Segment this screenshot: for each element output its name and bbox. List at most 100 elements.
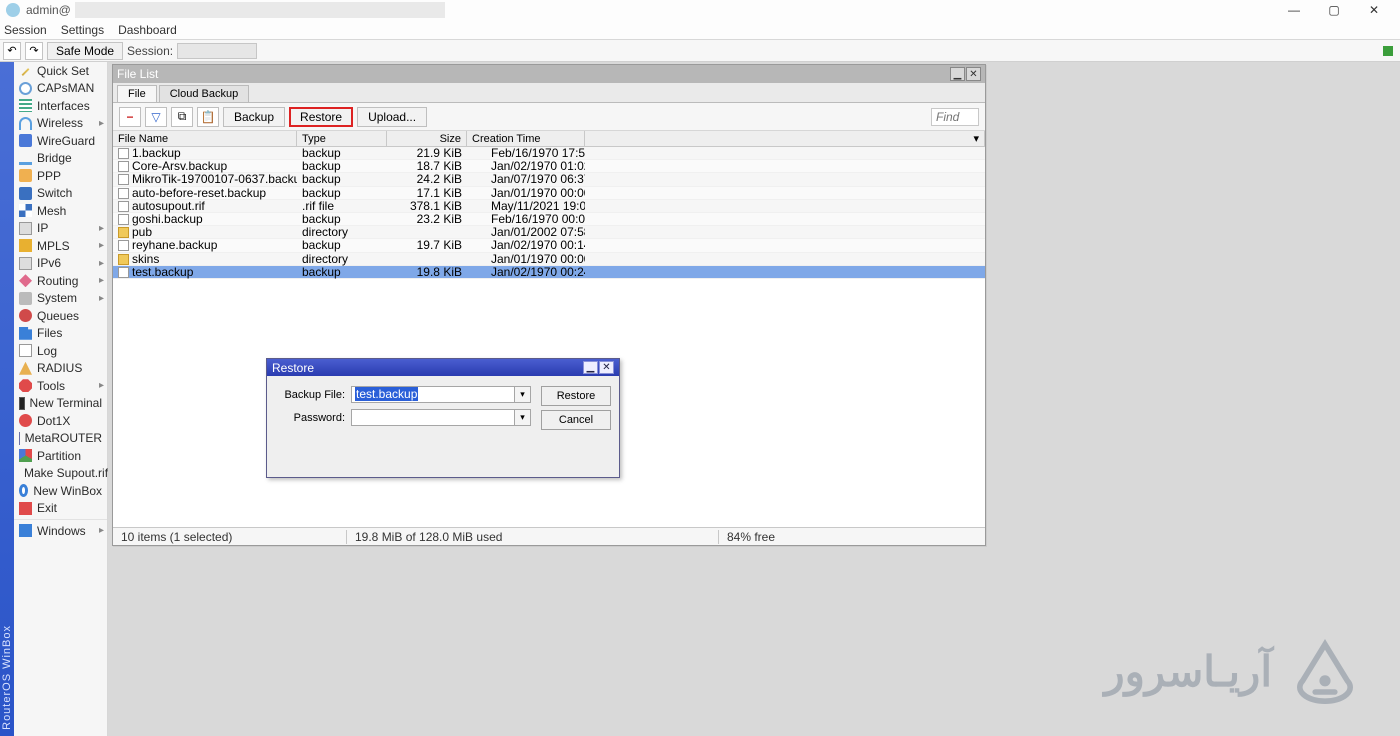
window-titlebar: admin@ — ▢ ✕	[0, 0, 1400, 20]
ppp-icon	[19, 169, 32, 182]
dialog-close-button[interactable]: ✕	[599, 361, 614, 374]
undo-button[interactable]: ↶	[3, 42, 21, 60]
sidebar-item-interfaces[interactable]: Interfaces	[14, 97, 107, 115]
sidebar-item-mpls[interactable]: MPLS▸	[14, 237, 107, 255]
sidebar-item-partition[interactable]: Partition	[14, 447, 107, 465]
funnel-icon: ▽	[151, 110, 160, 124]
dialog-minimize-button[interactable]: ▁	[583, 361, 598, 374]
sidebar-item-label: IP	[37, 221, 48, 235]
sidebar-item-ipv6[interactable]: IPv6▸	[14, 255, 107, 273]
backup-file-dropdown[interactable]: ▾	[515, 386, 531, 403]
table-row[interactable]: test.backupbackup19.8 KiBJan/02/1970 00:…	[113, 266, 985, 279]
sidebar-item-label: Tools	[37, 379, 65, 393]
copy-button[interactable]: ⧉	[171, 107, 193, 127]
col-file-name[interactable]: File Name	[113, 131, 297, 146]
paste-icon: 📋	[201, 110, 216, 124]
sidebar-item-wireguard[interactable]: WireGuard	[14, 132, 107, 150]
mdi-minimize-button[interactable]: ▁	[950, 67, 965, 81]
upload-button[interactable]: Upload...	[357, 107, 427, 127]
toolstrip: ↶ ↷ Safe Mode Session:	[0, 40, 1400, 62]
sidebar-item-new-terminal[interactable]: New Terminal	[14, 395, 107, 413]
ipv6-icon	[19, 257, 32, 270]
file-icon	[118, 174, 129, 185]
menu-settings[interactable]: Settings	[61, 23, 104, 37]
restore-dialog-title: Restore	[272, 361, 314, 375]
table-row[interactable]: reyhane.backupbackup19.7 KiBJan/02/1970 …	[113, 239, 985, 252]
maximize-button[interactable]: ▢	[1314, 0, 1354, 20]
radius-icon	[19, 362, 32, 375]
session-field[interactable]	[177, 43, 257, 59]
sidebar-item-label: Routing	[37, 274, 78, 288]
menu-dashboard[interactable]: Dashboard	[118, 23, 177, 37]
sidebar-item-system[interactable]: System▸	[14, 290, 107, 308]
sidebar-item-mesh[interactable]: Mesh	[14, 202, 107, 220]
tab-cloud-backup[interactable]: Cloud Backup	[159, 85, 250, 102]
redo-button[interactable]: ↷	[25, 42, 43, 60]
backup-button[interactable]: Backup	[223, 107, 285, 127]
table-row[interactable]: MikroTik-19700107-0637.backupbackup24.2 …	[113, 173, 985, 186]
menu-session[interactable]: Session	[4, 23, 47, 37]
sidebar-item-metarouter[interactable]: MetaROUTER	[14, 430, 107, 448]
table-row[interactable]: pubdirectoryJan/01/2002 07:58:56	[113, 226, 985, 239]
cancel-button[interactable]: Cancel	[541, 410, 611, 430]
sidebar-item-make-supout-rif[interactable]: Make Supout.rif	[14, 465, 107, 483]
restore-confirm-button[interactable]: Restore	[541, 386, 611, 406]
sidebar-item-ppp[interactable]: PPP	[14, 167, 107, 185]
sidebar-item-label: Files	[37, 326, 62, 340]
sidebar-item-quick-set[interactable]: Quick Set	[14, 62, 107, 80]
chevron-right-icon: ▸	[99, 380, 104, 391]
wg-icon	[19, 134, 32, 147]
table-row[interactable]: 1.backupbackup21.9 KiBFeb/16/1970 17:54:…	[113, 147, 985, 160]
chevron-right-icon: ▸	[99, 258, 104, 269]
status-indicator-icon	[1383, 46, 1393, 56]
backup-file-input[interactable]: test.backup	[351, 386, 515, 403]
sidebar-item-radius[interactable]: RADIUS	[14, 360, 107, 378]
sidebar-item-wireless[interactable]: Wireless▸	[14, 115, 107, 133]
remove-button[interactable]: −	[119, 107, 141, 127]
paste-button[interactable]: 📋	[197, 107, 219, 127]
table-row[interactable]: skinsdirectoryJan/01/1970 00:00:02	[113, 253, 985, 266]
close-button[interactable]: ✕	[1354, 0, 1394, 20]
sidebar-item-label: Mesh	[37, 204, 66, 218]
sidebar-item-tools[interactable]: Tools ▸	[14, 377, 107, 395]
safe-mode-button[interactable]: Safe Mode	[47, 42, 123, 60]
find-input[interactable]	[931, 108, 979, 126]
app-icon	[6, 3, 20, 17]
term-icon	[19, 397, 25, 410]
col-creation-time[interactable]: Creation Time	[467, 131, 585, 146]
minimize-button[interactable]: —	[1274, 0, 1314, 20]
table-row[interactable]: Core-Arsv.backupbackup18.7 KiBJan/02/197…	[113, 160, 985, 173]
password-dropdown[interactable]: ▾	[515, 409, 531, 426]
sidebar-item-label: PPP	[37, 169, 61, 183]
restore-dialog-titlebar[interactable]: Restore ▁ ✕	[267, 359, 619, 376]
sidebar-item-bridge[interactable]: Bridge	[14, 150, 107, 168]
sidebar-item-capsman[interactable]: CAPsMAN	[14, 80, 107, 98]
wand-icon	[19, 64, 32, 77]
col-menu[interactable]: ▾	[585, 131, 985, 146]
sidebar-item-queues[interactable]: Queues	[14, 307, 107, 325]
col-size[interactable]: Size	[387, 131, 467, 146]
table-row[interactable]: goshi.backupbackup23.2 KiBFeb/16/1970 00…	[113, 213, 985, 226]
sidebar-item-ip[interactable]: IP▸	[14, 220, 107, 238]
filter-button[interactable]: ▽	[145, 107, 167, 127]
restore-button[interactable]: Restore	[289, 107, 353, 127]
col-type[interactable]: Type	[297, 131, 387, 146]
tab-file[interactable]: File	[117, 85, 157, 102]
sidebar-item-label: CAPsMAN	[37, 81, 94, 95]
sidebar-item-log[interactable]: Log	[14, 342, 107, 360]
sidebar-item-new-winbox[interactable]: New WinBox	[14, 482, 107, 500]
ip-icon	[19, 222, 32, 235]
sidebar-item-switch[interactable]: Switch	[14, 185, 107, 203]
sidebar-item-routing[interactable]: Routing▸	[14, 272, 107, 290]
table-row[interactable]: auto-before-reset.backupbackup17.1 KiBJa…	[113, 187, 985, 200]
table-row[interactable]: autosupout.rif.rif file378.1 KiBMay/11/2…	[113, 200, 985, 213]
file-list-titlebar[interactable]: File List ▁ ✕	[113, 65, 985, 83]
sidebar-item-label: Queues	[37, 309, 79, 323]
sidebar-item-exit[interactable]: Exit	[14, 500, 107, 518]
sidebar-item-windows[interactable]: Windows▸	[14, 522, 107, 540]
sidebar-item-label: Exit	[37, 501, 57, 515]
sidebar-item-dot1x[interactable]: Dot1X	[14, 412, 107, 430]
password-input[interactable]	[351, 409, 515, 426]
mdi-close-button[interactable]: ✕	[966, 67, 981, 81]
sidebar-item-files[interactable]: Files	[14, 325, 107, 343]
